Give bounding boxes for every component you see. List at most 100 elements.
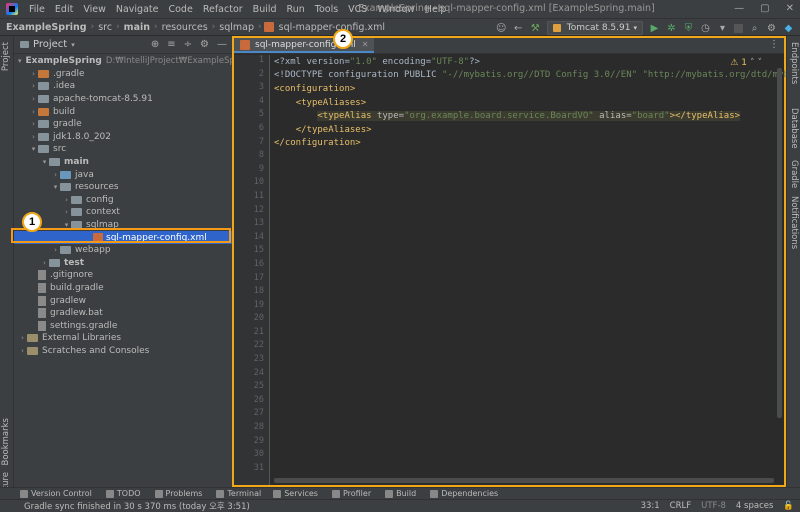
expand-arrow-icon[interactable]: ▾ xyxy=(51,183,60,191)
back-arrow-icon[interactable]: ← xyxy=(513,23,524,34)
lock-icon[interactable]: 🔓 xyxy=(783,501,794,511)
tree-item[interactable]: › webapp xyxy=(14,244,232,257)
stop-icon[interactable] xyxy=(734,23,743,33)
tool-problems[interactable]: Problems xyxy=(154,489,202,498)
run-configuration-select[interactable]: Tomcat 8.5.91 ▾ xyxy=(546,21,643,35)
settings-gear-icon[interactable]: ⚙ xyxy=(766,23,777,34)
tree-item[interactable]: › gradle xyxy=(14,118,232,131)
vertical-scrollbar[interactable] xyxy=(777,68,782,418)
search-icon[interactable]: ⌕ xyxy=(749,23,760,34)
tool-terminal[interactable]: Terminal xyxy=(216,489,261,498)
breadcrumb-src[interactable]: src xyxy=(96,22,114,33)
profile-icon[interactable]: ◷ xyxy=(700,23,711,34)
locate-file-icon[interactable]: ⊕ xyxy=(151,39,159,50)
tree-item[interactable]: › config xyxy=(14,194,232,207)
editor-tab[interactable]: sql-mapper-config.xml ✕ xyxy=(234,38,375,53)
menu-view[interactable]: View xyxy=(78,4,111,15)
menu-code[interactable]: Code xyxy=(163,4,197,15)
endpoints-tool-tab[interactable]: Endpoints xyxy=(789,42,799,84)
tool-version-control[interactable]: Version Control xyxy=(20,489,92,498)
breadcrumb-sqlmap[interactable]: sqlmap xyxy=(217,22,256,33)
tree-item[interactable]: build.gradle xyxy=(14,282,232,295)
breadcrumb-file[interactable]: sql-mapper-config.xml xyxy=(277,22,387,33)
user-icon[interactable]: ☺ xyxy=(496,23,507,34)
collapse-arrow-icon[interactable]: › xyxy=(18,347,27,355)
more-run-icon[interactable]: ▾ xyxy=(717,23,728,34)
debug-icon[interactable]: ✲ xyxy=(666,23,677,34)
expand-all-icon[interactable]: ÷ xyxy=(184,39,192,50)
coverage-icon[interactable]: ⛨ xyxy=(683,23,694,34)
database-tool-tab[interactable]: Database xyxy=(789,108,799,149)
menu-edit[interactable]: Edit xyxy=(50,4,78,15)
breadcrumb-main[interactable]: main xyxy=(122,22,152,33)
indent-setting[interactable]: 4 spaces xyxy=(736,501,773,511)
tree-item[interactable]: .gitignore xyxy=(14,269,232,282)
tool-todo[interactable]: TODO xyxy=(105,489,141,498)
status-message[interactable]: Gradle sync finished in 30 s 370 ms (tod… xyxy=(24,500,250,512)
tool-profiler[interactable]: Profiler xyxy=(331,489,371,498)
hide-panel-icon[interactable]: — xyxy=(217,39,227,50)
breadcrumb-project[interactable]: ExampleSpring xyxy=(4,22,89,33)
chevron-down-icon[interactable]: ▾ xyxy=(71,41,75,49)
tree-item[interactable]: › .gradle xyxy=(14,68,232,81)
line-separator[interactable]: CRLF xyxy=(670,501,691,511)
expand-arrow-icon[interactable]: ▾ xyxy=(40,158,49,166)
tool-build[interactable]: Build xyxy=(385,489,416,498)
tree-item[interactable]: › Scratches and Consoles xyxy=(14,345,232,358)
horizontal-scrollbar[interactable] xyxy=(274,478,774,483)
menu-refactor[interactable]: Refactor xyxy=(198,4,248,15)
collapse-arrow-icon[interactable]: › xyxy=(62,196,71,204)
tree-item[interactable]: › .idea xyxy=(14,80,232,93)
tree-item[interactable]: › build xyxy=(14,105,232,118)
close-window-button[interactable]: ✕ xyxy=(786,3,794,14)
menu-tools[interactable]: Tools xyxy=(310,4,343,15)
expand-arrow-icon[interactable]: ▾ xyxy=(29,145,38,153)
collapse-arrow-icon[interactable]: › xyxy=(29,95,38,103)
collapse-arrow-icon[interactable]: › xyxy=(51,171,60,179)
tree-item[interactable]: › External Libraries xyxy=(14,332,232,345)
collapse-arrow-icon[interactable]: › xyxy=(29,108,38,116)
menu-file[interactable]: File xyxy=(24,4,50,15)
collapse-arrow-icon[interactable]: › xyxy=(40,259,49,267)
tree-item[interactable]: ▾ resources xyxy=(14,181,232,194)
collapse-arrow-icon[interactable]: › xyxy=(62,208,71,216)
tool-dependencies[interactable]: Dependencies xyxy=(430,489,498,498)
bookmarks-tool-tab[interactable]: Bookmarks xyxy=(1,418,11,466)
collapse-arrow-icon[interactable]: › xyxy=(18,334,27,342)
maximize-button[interactable]: ▢ xyxy=(760,3,769,14)
build-hammer-icon[interactable]: ⚒ xyxy=(530,23,541,34)
project-panel-title[interactable]: Project xyxy=(33,39,67,50)
collapse-arrow-icon[interactable]: › xyxy=(29,70,38,78)
tab-options-icon[interactable]: ⋮ xyxy=(769,39,779,50)
gradle-tool-tab[interactable]: Gradle xyxy=(789,160,799,188)
tree-item[interactable]: › jdk1.8.0_202 xyxy=(14,131,232,144)
close-tab-icon[interactable]: ✕ xyxy=(362,40,369,49)
tree-item[interactable]: ▾ ExampleSpring D:₩IntelliJProject₩Example… xyxy=(14,55,252,68)
tree-item[interactable]: settings.gradle xyxy=(14,319,232,332)
tool-services[interactable]: Services xyxy=(273,489,318,498)
breadcrumb-resources[interactable]: resources xyxy=(160,22,210,33)
inspection-widget[interactable]: ⚠ 1 ˄ ˅ xyxy=(730,58,762,68)
collapse-arrow-icon[interactable]: › xyxy=(29,82,38,90)
collapse-all-icon[interactable]: ≡ xyxy=(167,39,175,50)
menu-build[interactable]: Build xyxy=(248,4,282,15)
collapse-arrow-icon[interactable]: › xyxy=(29,133,38,141)
options-gear-icon[interactable]: ⚙ xyxy=(200,39,209,50)
code-area[interactable]: <?xml version= "1.0" encoding= "UTF-8" ?> <!… xyxy=(274,55,800,150)
project-tool-tab[interactable]: Project xyxy=(1,42,11,71)
tree-item[interactable]: gradlew xyxy=(14,294,232,307)
notifications-tool-tab[interactable]: Notifications xyxy=(789,196,799,249)
menu-navigate[interactable]: Navigate xyxy=(111,4,164,15)
tree-item[interactable]: › apache-tomcat-8.5.91 xyxy=(14,93,232,106)
run-icon[interactable]: ▶ xyxy=(649,23,660,34)
menu-run[interactable]: Run xyxy=(282,4,310,15)
collapse-arrow-icon[interactable]: › xyxy=(29,120,38,128)
file-encoding[interactable]: UTF-8 xyxy=(701,501,726,511)
expand-arrow-icon[interactable]: ▾ xyxy=(18,57,22,65)
plugin-icon[interactable]: ◆ xyxy=(783,23,794,34)
tree-item[interactable]: ▾ main xyxy=(14,156,232,169)
caret-position[interactable]: 33:1 xyxy=(641,501,660,511)
tree-item[interactable]: › context xyxy=(14,206,232,219)
tree-item[interactable]: › test xyxy=(14,257,232,270)
collapse-arrow-icon[interactable]: › xyxy=(51,246,60,254)
